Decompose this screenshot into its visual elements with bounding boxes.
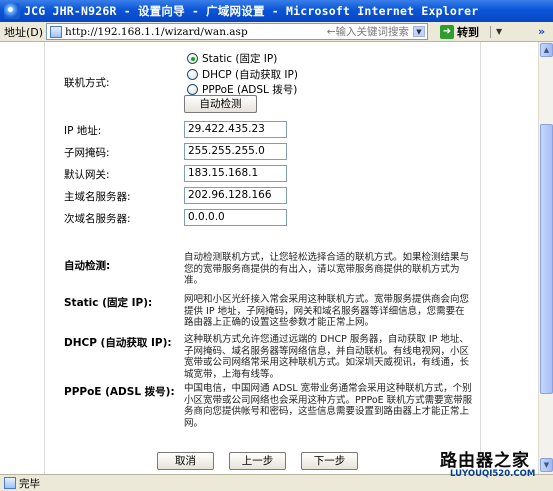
- scroll-up-icon[interactable]: ▲: [540, 43, 553, 57]
- content-border-left: [44, 42, 45, 474]
- auto-detect-button[interactable]: 自动检测: [184, 95, 257, 113]
- default-gateway-field[interactable]: 183.15.168.1: [184, 165, 287, 182]
- scroll-down-icon[interactable]: ▼: [540, 458, 553, 472]
- radio-static-label: Static (固定 IP): [202, 53, 278, 65]
- help-text-dhcp: 这种联机方式允许您通过远端的 DHCP 服务器，自动获取 IP 地址、子网掩码、…: [184, 334, 470, 380]
- go-button[interactable]: ➜ 转到: [440, 24, 479, 40]
- radio-dhcp-label: DHCP (自动获取 IP): [202, 69, 298, 81]
- address-dropdown-icon[interactable]: ▼: [413, 26, 425, 37]
- radio-dhcp-button[interactable]: [187, 69, 198, 80]
- help-text-pppoe: 中国电信，中国网通 ADSL 宽带业务通常会采用这种联机方式，个别小区宽带或公司…: [184, 383, 473, 429]
- toolbar-separator: [490, 26, 491, 38]
- toolbar-overflow-chevron-icon[interactable]: »: [538, 25, 545, 38]
- address-url[interactable]: http://192.168.1.1/wizard/wan.asp: [65, 26, 248, 38]
- help-term-static: Static (固定 IP):: [64, 297, 153, 309]
- radio-static-button[interactable]: [187, 53, 198, 64]
- subnet-mask-field[interactable]: 255.255.255.0: [184, 143, 287, 160]
- go-label: 转到: [457, 26, 479, 39]
- search-hint: ←输入关键词搜索: [326, 26, 409, 38]
- help-term-pppoe: PPPoE (ADSL 拨号):: [64, 386, 175, 398]
- watermark-logo: 路由器之家: [440, 451, 530, 471]
- help-term-dhcp: DHCP (自动获取 IP):: [64, 337, 172, 349]
- ip-address-label: IP 地址:: [64, 125, 102, 137]
- primary-dns-field[interactable]: 202.96.128.166: [184, 187, 287, 204]
- address-bar: 地址(D) http://192.168.1.1/wizard/wan.asp …: [0, 22, 553, 42]
- radio-pppoe-button[interactable]: [187, 84, 198, 95]
- vertical-scrollbar[interactable]: ▲ ▼: [538, 42, 553, 474]
- subnet-mask-label: 子网掩码:: [64, 147, 110, 159]
- status-text: 完毕: [19, 477, 40, 490]
- address-input[interactable]: http://192.168.1.1/wizard/wan.asp ←输入关键词…: [46, 23, 428, 40]
- page-content: 联机方式: Static (固定 IP) DHCP (自动获取 IP) PPPo…: [0, 42, 538, 474]
- address-label: 地址(D): [4, 25, 44, 39]
- radio-static[interactable]: Static (固定 IP): [187, 51, 277, 66]
- help-text-auto-detect: 自动检测联机方式，让您轻松选择合适的联机方式。如果检测结果与您的宽带服务商提供的…: [184, 252, 470, 286]
- connection-type-label: 联机方式:: [64, 77, 110, 89]
- default-gateway-label: 默认网关:: [64, 169, 110, 181]
- window-title: JCG JHR-N926R - 设置向导 - 广域网设置 - Microsoft…: [24, 4, 479, 18]
- ip-address-field[interactable]: 29.422.435.23: [184, 121, 287, 138]
- next-step-button[interactable]: 下一步: [301, 452, 358, 470]
- radio-dhcp[interactable]: DHCP (自动获取 IP): [187, 67, 298, 82]
- scroll-thumb[interactable]: [540, 124, 553, 394]
- prev-step-button[interactable]: 上一步: [229, 452, 286, 470]
- page-icon: [50, 25, 62, 38]
- watermark-url: LUYOUQI520.COM: [450, 469, 536, 479]
- go-arrow-icon: ➜: [440, 25, 454, 39]
- help-text-static: 网吧和小区光纤接入常会采用这种联机方式。宽带服务提供商会向您提供 IP 地址，子…: [184, 294, 470, 328]
- secondary-dns-label: 次域名服务器:: [64, 213, 131, 225]
- window-title-bar[interactable]: JCG JHR-N926R - 设置向导 - 广域网设置 - Microsoft…: [0, 0, 553, 22]
- links-dropdown-icon[interactable]: ▼: [496, 27, 502, 36]
- primary-dns-label: 主域名服务器:: [64, 191, 131, 203]
- cancel-button[interactable]: 取消: [157, 452, 214, 470]
- status-page-icon: [4, 477, 16, 489]
- content-border-right: [480, 42, 481, 474]
- secondary-dns-field[interactable]: 0.0.0.0: [184, 209, 287, 226]
- ie-app-icon: [4, 3, 20, 19]
- help-term-auto-detect: 自动检测:: [64, 260, 111, 272]
